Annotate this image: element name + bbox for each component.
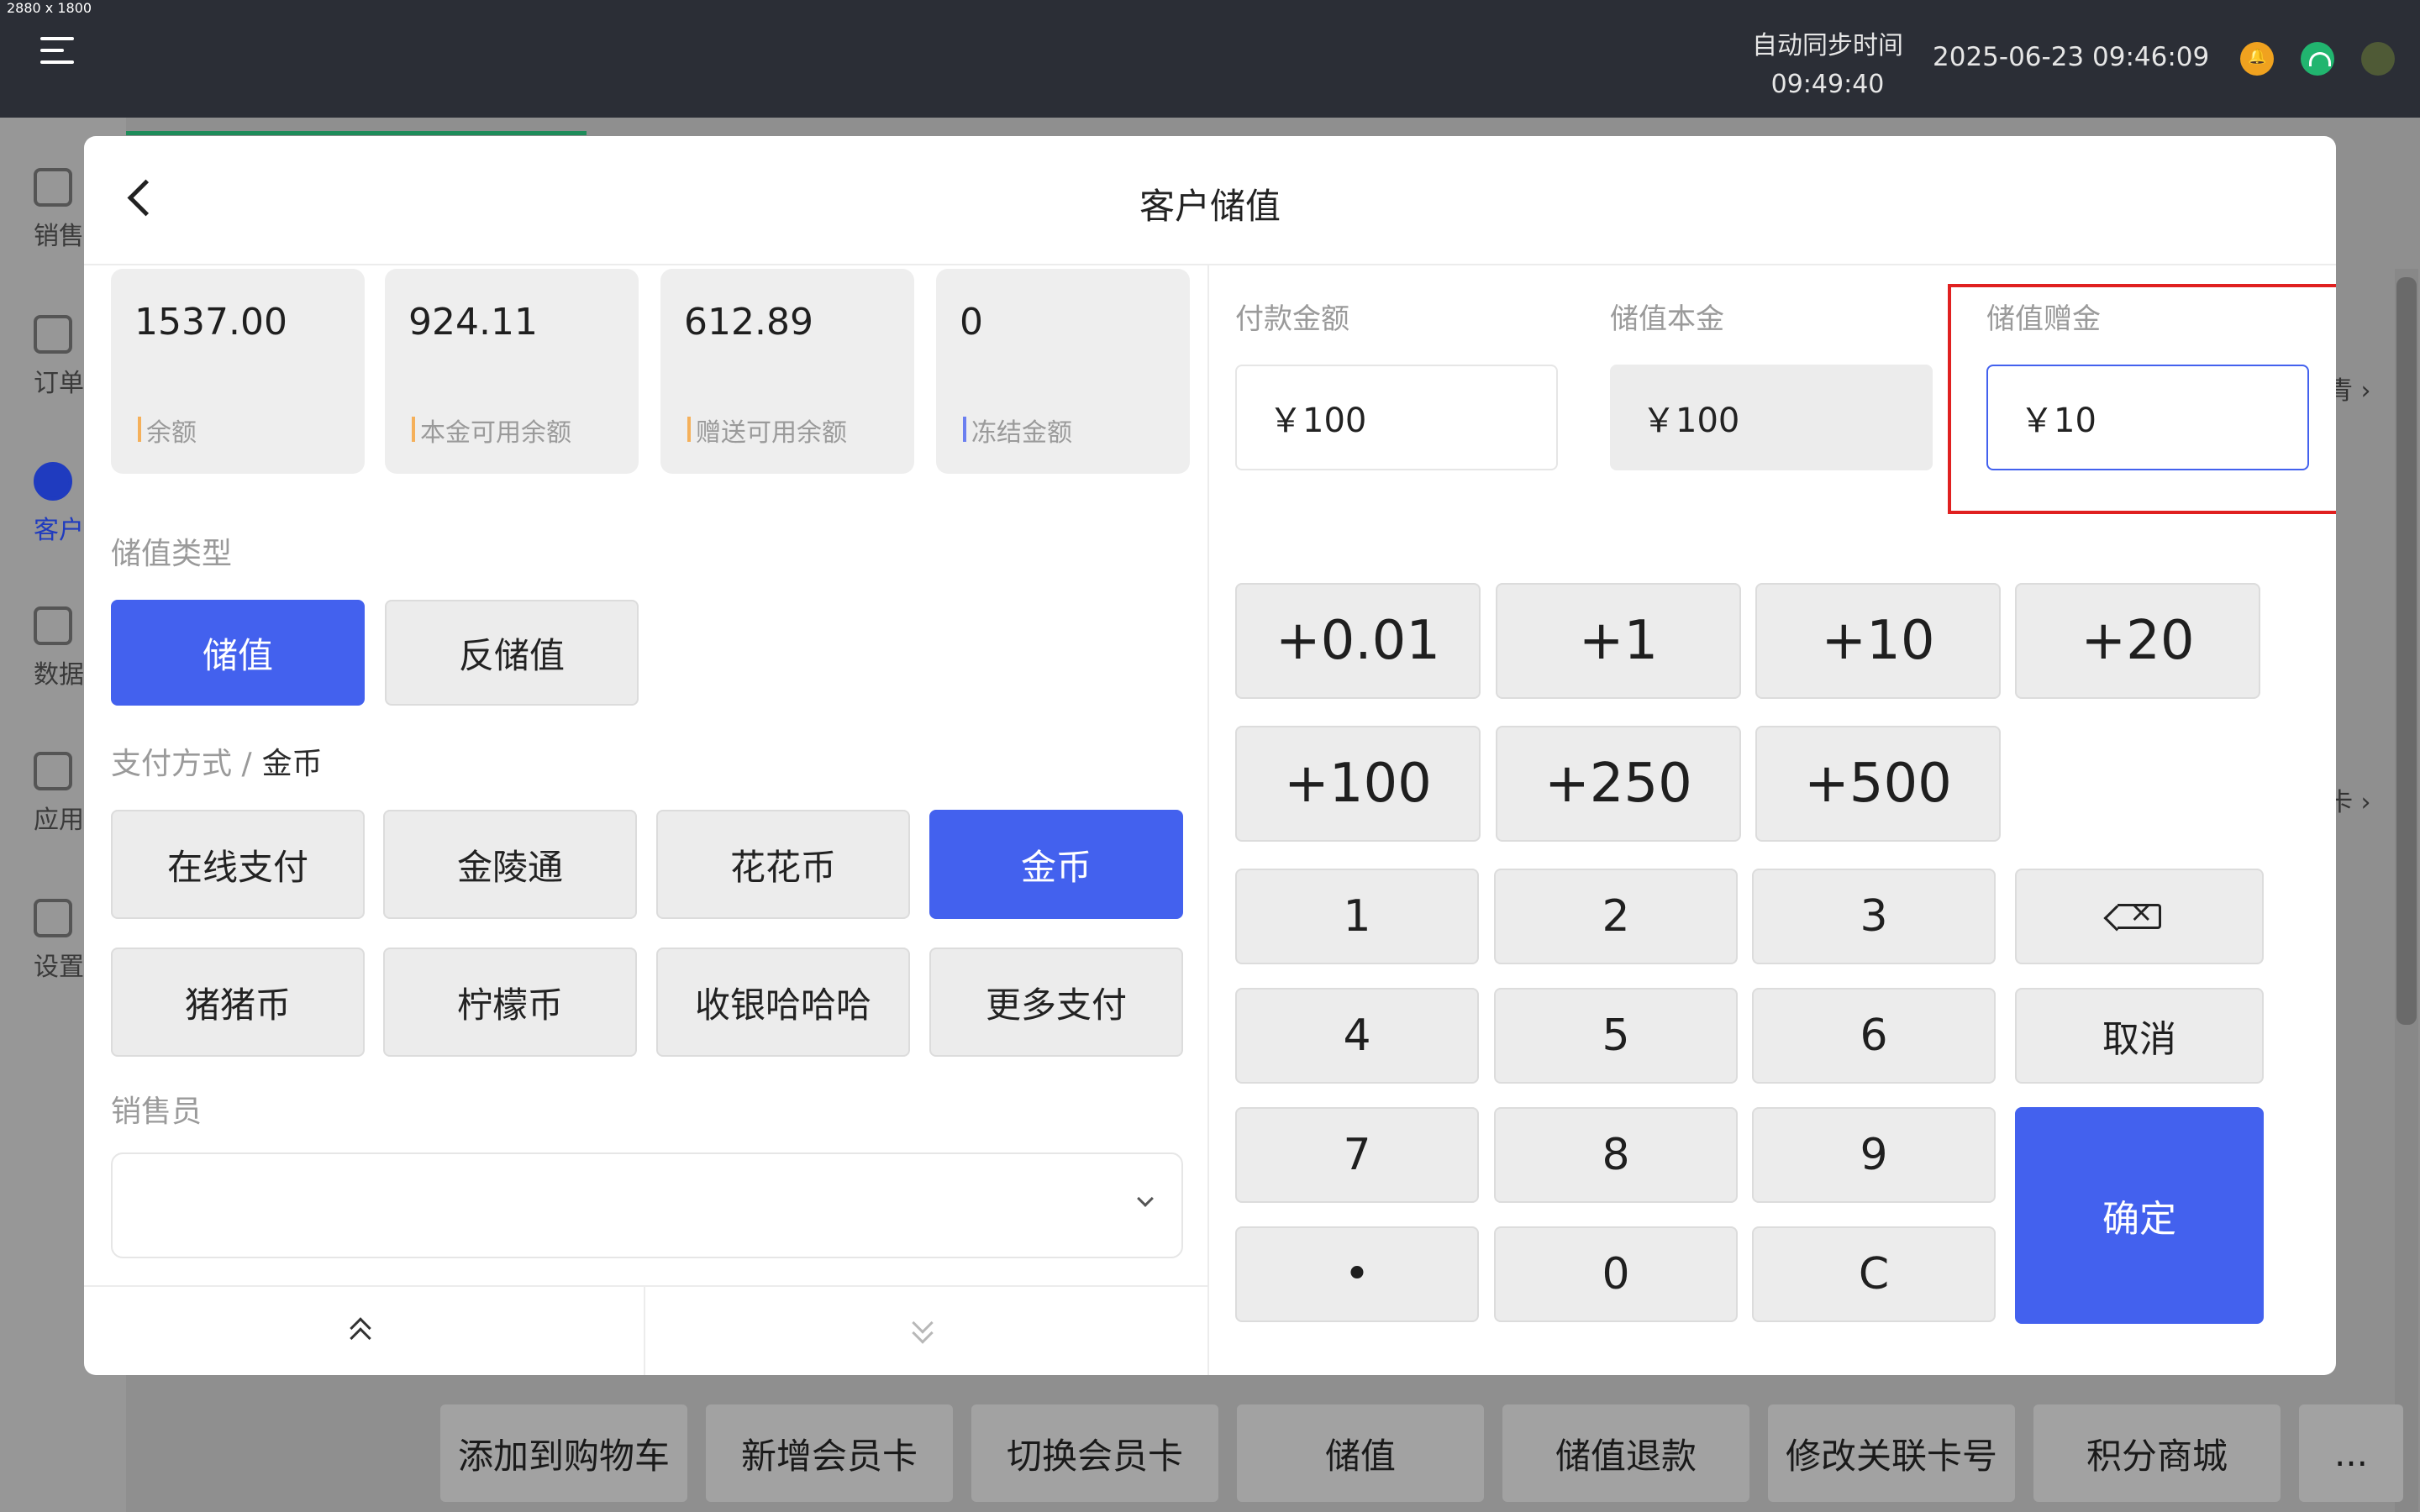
key-7[interactable]: 7 xyxy=(1235,1107,1479,1203)
key-1[interactable]: 1 xyxy=(1235,869,1479,964)
base-amount-label: 储值本金 xyxy=(1610,302,1724,336)
payment-option-jinlingtong[interactable]: 金陵通 xyxy=(383,810,637,919)
type-section-label: 储值类型 xyxy=(111,537,233,571)
sync-time: 09:49:40 xyxy=(1770,70,1885,99)
payment-option-ningmengbi[interactable]: 柠檬币 xyxy=(383,948,637,1057)
sidebar-item-label: 数据 xyxy=(34,660,84,690)
key-5[interactable]: 5 xyxy=(1494,988,1738,1084)
active-tab-indicator xyxy=(126,131,587,135)
stat-card-balance: 1537.00 余额 xyxy=(111,269,365,474)
switch-member-card-button[interactable]: 切换会员卡 xyxy=(971,1404,1218,1502)
modify-card-number-button[interactable]: 修改关联卡号 xyxy=(1768,1404,2015,1502)
modal-header: 客户储值 xyxy=(84,136,2336,265)
page-up-button[interactable] xyxy=(84,1287,645,1375)
sidebar-item-label: 应用 xyxy=(34,806,84,835)
backspace-icon xyxy=(2118,895,2161,929)
stat-value: 0 xyxy=(960,301,983,344)
quick-add-20[interactable]: +20 xyxy=(2015,583,2260,699)
quick-add-250[interactable]: +250 xyxy=(1496,726,1741,842)
page-down-button[interactable] xyxy=(646,1287,1207,1375)
stat-card-frozen: 0 冻结金额 xyxy=(936,269,1190,474)
points-mall-button[interactable]: 积分商城 xyxy=(2033,1404,2281,1502)
type-option-reverse[interactable]: 反储值 xyxy=(385,600,639,706)
payment-option-shouyin[interactable]: 收银哈哈哈 xyxy=(656,948,910,1057)
key-0[interactable]: 0 xyxy=(1494,1226,1738,1322)
payment-option-gold-coin[interactable]: 金币 xyxy=(929,810,1183,919)
quick-add-100[interactable]: +100 xyxy=(1235,726,1481,842)
add-to-cart-button[interactable]: 添加到购物车 xyxy=(440,1404,687,1502)
stat-value: 1537.00 xyxy=(134,301,287,344)
avatar[interactable] xyxy=(2361,42,2395,76)
quick-add-0-01[interactable]: +0.01 xyxy=(1235,583,1481,699)
stat-card-gift-balance: 612.89 赠送可用余额 xyxy=(660,269,914,474)
more-actions-button[interactable]: ... xyxy=(2299,1404,2403,1502)
stat-label: 赠送可用余额 xyxy=(687,412,847,449)
quick-add-10[interactable]: +10 xyxy=(1755,583,2001,699)
scrollbar-thumb[interactable] xyxy=(2396,277,2417,1025)
chevron-down-icon xyxy=(1137,1190,1154,1207)
pay-amount-label: 付款金额 xyxy=(1235,302,1349,336)
type-option-recharge[interactable]: 储值 xyxy=(111,600,365,706)
base-amount-field: ￥100 xyxy=(1610,365,1933,470)
sidebar-item-label: 客户 xyxy=(34,516,84,545)
confirm-button[interactable]: 确定 xyxy=(2015,1107,2264,1324)
payment-option-more[interactable]: 更多支付 xyxy=(929,948,1183,1057)
stat-value: 924.11 xyxy=(408,301,538,344)
apps-icon xyxy=(34,752,72,790)
backspace-button[interactable] xyxy=(2015,869,2264,964)
quick-add-1[interactable]: +1 xyxy=(1496,583,1741,699)
stat-label: 余额 xyxy=(138,412,197,449)
stored-value-button[interactable]: 储值 xyxy=(1237,1404,1484,1502)
salesperson-select[interactable] xyxy=(111,1152,1183,1258)
key-9[interactable]: 9 xyxy=(1752,1107,1996,1203)
new-member-card-button[interactable]: 新增会员卡 xyxy=(706,1404,953,1502)
stat-label: 本金可用余额 xyxy=(412,412,571,449)
cart-icon xyxy=(34,168,72,207)
quick-add-500[interactable]: +500 xyxy=(1755,726,2001,842)
current-datetime: 2025-06-23 09:46:09 xyxy=(1933,42,2210,72)
menu-icon[interactable] xyxy=(40,37,74,64)
wifi-icon[interactable] xyxy=(2301,42,2334,76)
key-decimal[interactable]: • xyxy=(1235,1226,1479,1322)
dimension-label: 2880 x 1800 xyxy=(7,0,92,16)
user-chart-icon xyxy=(34,606,72,645)
key-clear[interactable]: C xyxy=(1752,1226,1996,1322)
panel-pager xyxy=(84,1285,1207,1375)
cancel-button[interactable]: 取消 xyxy=(2015,988,2264,1084)
highlight-box xyxy=(1948,284,2336,514)
salesperson-label: 销售员 xyxy=(111,1095,203,1129)
panel-divider xyxy=(1207,265,1209,1375)
gear-icon xyxy=(34,899,72,937)
sidebar-item-label: 销售 xyxy=(34,222,84,251)
modal-title: 客户储值 xyxy=(1139,186,1281,227)
payment-section-label: 支付方式 / 金币 xyxy=(111,739,323,783)
bell-icon[interactable] xyxy=(2240,42,2274,76)
key-6[interactable]: 6 xyxy=(1752,988,1996,1084)
sidebar-item-label: 订单 xyxy=(34,369,84,398)
payment-option-online[interactable]: 在线支付 xyxy=(111,810,365,919)
key-2[interactable]: 2 xyxy=(1494,869,1738,964)
customer-stored-value-modal: 客户储值 1537.00 余额 924.11 本金可用余额 612.89 赠送可… xyxy=(84,136,2336,1375)
sidebar-item-label: 设置 xyxy=(34,953,84,982)
key-8[interactable]: 8 xyxy=(1494,1107,1738,1203)
users-icon xyxy=(34,462,72,501)
key-3[interactable]: 3 xyxy=(1752,869,1996,964)
clipboard-icon xyxy=(34,315,72,354)
sync-label: 自动同步时间 xyxy=(1752,31,1903,60)
stored-value-refund-button[interactable]: 储值退款 xyxy=(1502,1404,1749,1502)
payment-label: 支付方式 / xyxy=(111,747,252,781)
key-4[interactable]: 4 xyxy=(1235,988,1479,1084)
payment-option-huahuabi[interactable]: 花花币 xyxy=(656,810,910,919)
payment-option-zhuzhubi[interactable]: 猪猪币 xyxy=(111,948,365,1057)
stat-card-principal: 924.11 本金可用余额 xyxy=(385,269,639,474)
sync-time-box: 自动同步时间 09:49:40 xyxy=(1731,27,1924,104)
stat-value: 612.89 xyxy=(684,301,813,344)
top-bar: 2880 x 1800 自动同步时间 09:49:40 2025-06-23 0… xyxy=(0,0,2420,118)
stat-label: 冻结金额 xyxy=(963,412,1072,449)
pay-amount-field[interactable]: ￥100 xyxy=(1235,365,1558,470)
payment-current: 金币 xyxy=(261,747,323,781)
